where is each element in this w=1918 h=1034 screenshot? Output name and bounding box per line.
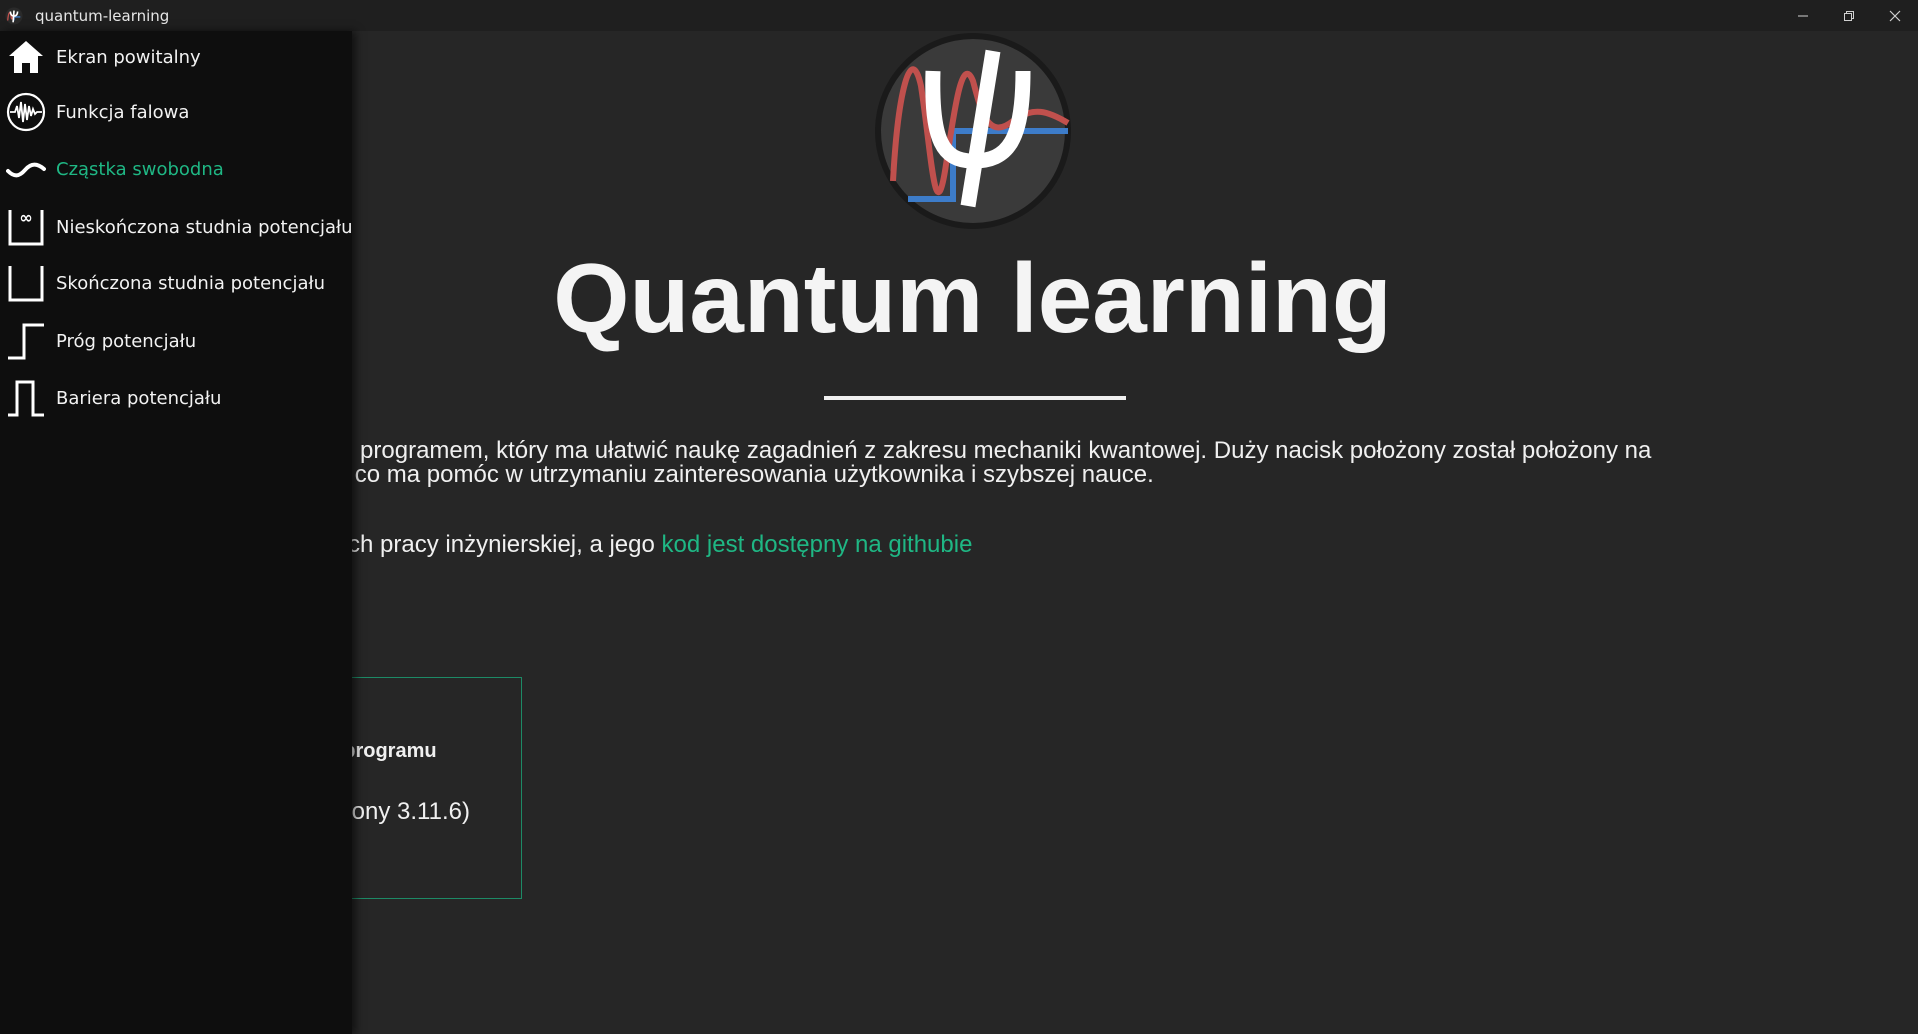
sidebar-item-prog-potencjalu[interactable]: Próg potencjału — [0, 315, 352, 367]
sidebar-item-label: Skończona studnia potencjału — [56, 272, 326, 294]
potential-step-icon — [8, 323, 44, 360]
sidebar-item-label: Cząstka swobodna — [56, 158, 224, 180]
app-logo-icon — [5, 6, 23, 25]
sidebar-item-czastka-swobodna[interactable]: Cząstka swobodna — [0, 143, 352, 195]
sidebar-item-bariera-potencjalu[interactable]: Bariera potencjału — [0, 372, 352, 424]
free-particle-icon — [6, 162, 46, 178]
intro-line-1: interaktywnym programem, który ma ułatwi… — [200, 437, 1652, 464]
sidebar-item-label: Funkcja falowa — [56, 101, 190, 123]
sidebar-item-label: Próg potencjału — [56, 330, 197, 352]
sidebar-item-funkcja-falowa[interactable]: Funkcja falowa — [0, 86, 352, 138]
potential-barrier-icon — [8, 380, 44, 417]
sidebar-item-ekran-powitalny[interactable]: Ekran powitalny — [0, 31, 352, 83]
sidebar-item-nieskonczona-studnia[interactable]: ∞ Nieskończona studnia potencjału — [0, 201, 353, 253]
github-link[interactable]: kod jest dostępny na githubie — [662, 531, 973, 558]
minimize-button[interactable] — [1780, 0, 1826, 31]
sidebar: Ekran powitalny Funkcja falowa Cząstka s… — [0, 31, 353, 1034]
close-button[interactable] — [1872, 0, 1918, 31]
infinite-well-icon: ∞ — [8, 208, 44, 246]
svg-text:∞: ∞ — [19, 208, 32, 227]
sidebar-item-label: Ekran powitalny — [56, 46, 201, 68]
window-title: quantum-learning — [35, 6, 170, 25]
minimize-icon — [1798, 15, 1808, 16]
wave-function-icon — [6, 92, 46, 132]
title-bar: quantum-learning — [0, 0, 1918, 31]
home-icon — [9, 41, 43, 73]
close-icon — [1889, 10, 1901, 21]
window-controls — [1780, 0, 1918, 31]
restore-icon — [1844, 10, 1854, 21]
title-divider — [824, 396, 1126, 400]
sidebar-item-label: Nieskończona studnia potencjału — [56, 216, 353, 238]
maximize-button[interactable] — [1826, 0, 1872, 31]
sidebar-item-label: Bariera potencjału — [56, 387, 222, 409]
intro-paragraph: interaktywnym programem, który ma ułatwi… — [200, 439, 1800, 487]
psi-logo-icon — [875, 33, 1071, 229]
credit-paragraph: został w ramach pracy inżynierskiej, a j… — [200, 531, 1800, 559]
finite-well-icon — [8, 266, 44, 302]
sidebar-item-skonczona-studnia[interactable]: Skończona studnia potencjału — [0, 257, 352, 309]
